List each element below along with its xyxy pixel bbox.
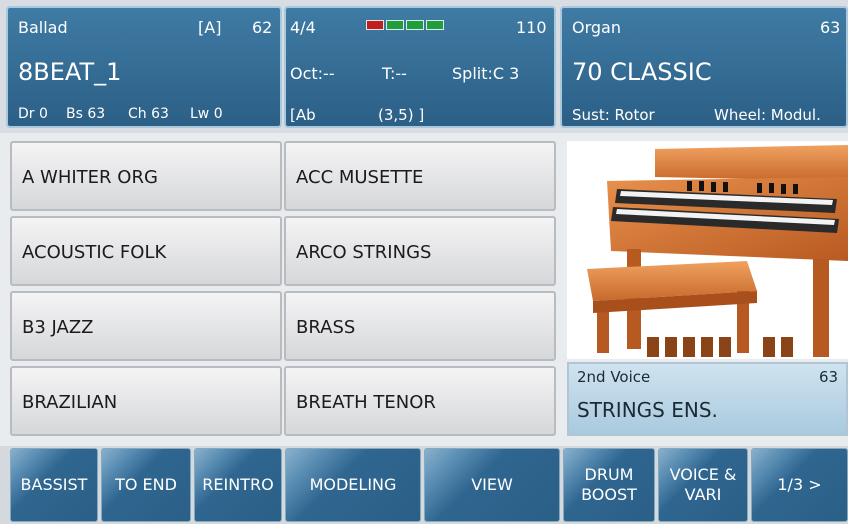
voice-volume: 63 — [820, 18, 841, 37]
chord-root: [Ab — [290, 106, 316, 124]
sustain-setting: Sust: Rotor — [572, 106, 655, 124]
lower-volume: Lw 0 — [190, 106, 223, 122]
voice-name: 70 CLASSIC — [572, 58, 712, 86]
beat-led-3 — [406, 20, 424, 30]
style-name: 8BEAT_1 — [18, 58, 122, 86]
tempo-value: 110 — [516, 18, 547, 37]
bassist-button[interactable]: BASSIST — [10, 448, 98, 522]
style-volume: 62 — [252, 18, 273, 37]
reintro-button[interactable]: REINTRO — [194, 448, 282, 522]
voice-panel[interactable]: Organ 63 70 CLASSIC Sust: Rotor Wheel: M… — [560, 6, 848, 128]
beat-led-1 — [366, 20, 384, 30]
style-list-item[interactable]: A WHITER ORG — [10, 141, 282, 211]
style-list-item[interactable]: BRAZILIAN — [10, 366, 282, 436]
style-list-item-label: A WHITER ORG — [22, 167, 158, 188]
style-list-item[interactable]: ACOUSTIC FOLK — [10, 216, 282, 286]
style-category: Ballad — [18, 18, 68, 37]
style-list-item-label: ACOUSTIC FOLK — [22, 242, 167, 263]
voice-vari-button[interactable]: VOICE & VARI — [658, 448, 748, 522]
drum-volume: Dr 0 — [18, 106, 48, 122]
drum-boost-button[interactable]: DRUM BOOST — [563, 448, 655, 522]
page-next-button[interactable]: 1/3 > — [751, 448, 848, 522]
beat-led-2 — [386, 20, 404, 30]
style-list-item-label: BRASS — [296, 317, 356, 338]
to-end-button[interactable]: TO END — [101, 448, 191, 522]
style-list-item-label: BRAZILIAN — [22, 392, 118, 413]
organ-illustration — [587, 145, 848, 357]
style-list-item-label: ARCO STRINGS — [296, 242, 432, 263]
style-list-item[interactable]: ACC MUSETTE — [284, 141, 556, 211]
style-list-item[interactable]: B3 JAZZ — [10, 291, 282, 361]
beat-led-4 — [426, 20, 444, 30]
chord-volume: Ch 63 — [128, 106, 169, 122]
transpose-value: T:-- — [382, 64, 407, 83]
style-list-item-label: ACC MUSETTE — [296, 167, 424, 188]
chord-degrees: (3,5) ] — [378, 106, 425, 124]
voice-image — [567, 141, 848, 359]
bass-volume: Bs 63 — [66, 106, 106, 122]
style-list-item[interactable]: BREATH TENOR — [284, 366, 556, 436]
style-list-item-label: B3 JAZZ — [22, 317, 94, 338]
style-list: A WHITER ORG ACC MUSETTE ACOUSTIC FOLK A… — [10, 141, 562, 436]
style-list-item[interactable]: ARCO STRINGS — [284, 216, 556, 286]
wheel-setting: Wheel: Modul. — [714, 106, 821, 124]
second-voice-name: STRINGS ENS. — [577, 398, 718, 422]
second-voice-panel[interactable]: 2nd Voice 63 STRINGS ENS. — [567, 362, 848, 436]
style-list-item[interactable]: BRASS — [284, 291, 556, 361]
modeling-button[interactable]: MODELING — [285, 448, 421, 522]
view-button[interactable]: VIEW — [424, 448, 560, 522]
time-signature: 4/4 — [290, 18, 316, 37]
style-panel[interactable]: Ballad [A] 62 8BEAT_1 Dr 0 Bs 63 Ch 63 L… — [6, 6, 282, 128]
second-voice-volume: 63 — [819, 368, 839, 386]
split-value: Split:C 3 — [452, 64, 520, 83]
variation-indicator: [A] — [198, 18, 222, 37]
tempo-panel[interactable]: 4/4 110 Oct:-- T:-- Split:C 3 [Ab (3,5) … — [284, 6, 556, 128]
second-voice-label: 2nd Voice — [577, 368, 651, 386]
octave-value: Oct:-- — [290, 64, 335, 83]
style-list-item-label: BREATH TENOR — [296, 392, 436, 413]
voice-category: Organ — [572, 18, 621, 37]
